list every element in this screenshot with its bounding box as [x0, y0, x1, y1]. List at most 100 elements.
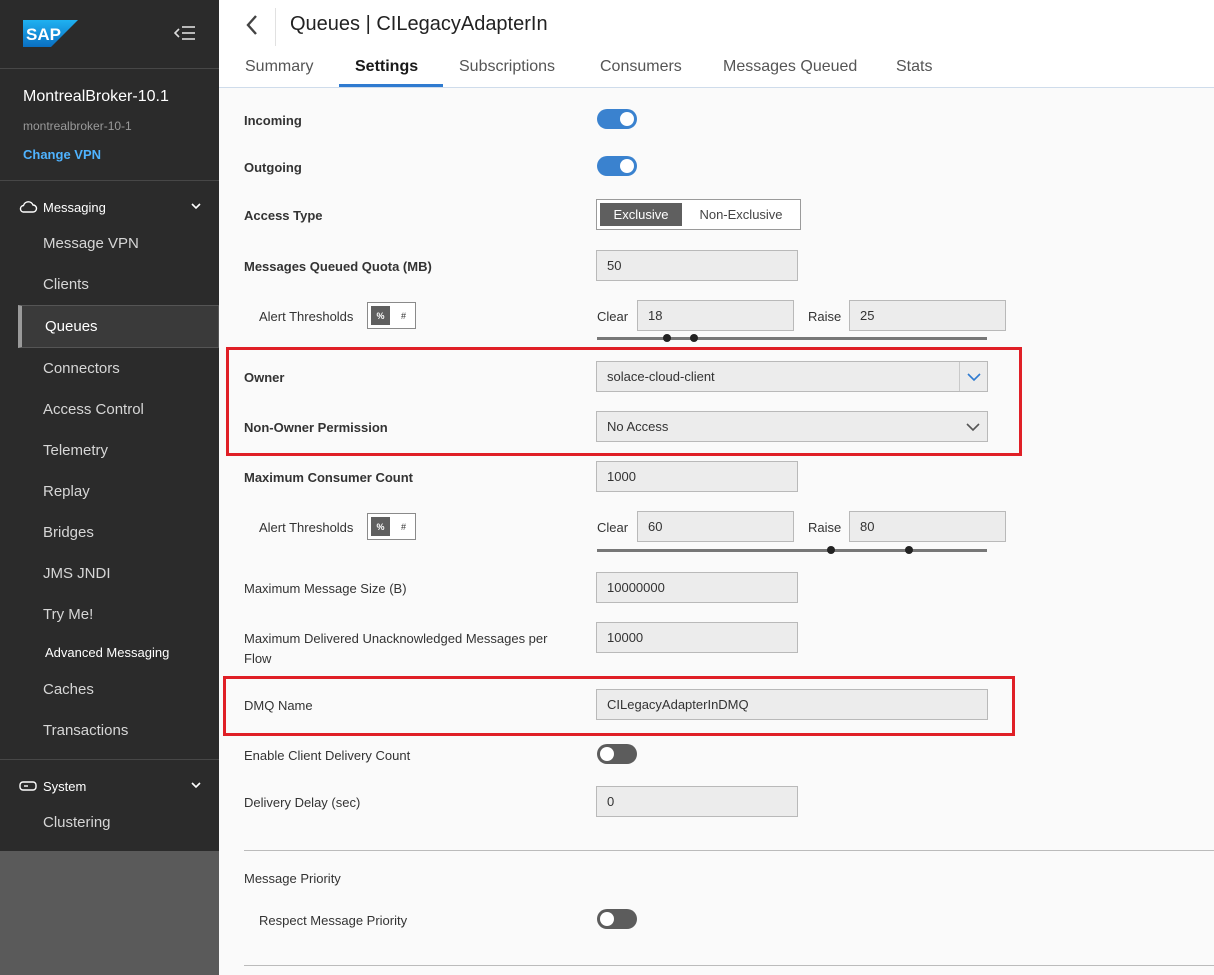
priority-section-title: Message Priority: [244, 871, 341, 886]
system-section-label: System: [43, 778, 87, 794]
max-unacked-input[interactable]: [596, 622, 798, 653]
non-exclusive-option[interactable]: Non-Exclusive: [685, 203, 797, 226]
quota-threshold-unit-toggle: % #: [367, 302, 416, 329]
quota-clear-input[interactable]: [637, 300, 794, 331]
messaging-section-toggle[interactable]: Messaging: [18, 196, 208, 218]
max-msg-size-input[interactable]: [596, 572, 798, 603]
sidebar-item-clustering[interactable]: Clustering: [43, 814, 111, 831]
active-tab-indicator: [339, 84, 443, 87]
max-unacked-label-cont: Flow: [244, 651, 272, 666]
chevron-left-icon: [246, 15, 257, 35]
messaging-section-label: Messaging: [43, 199, 106, 215]
sidebar-divider: [0, 68, 219, 69]
highlight-box-dmq: [223, 676, 1015, 736]
consumer-threshold-slider: [597, 546, 987, 554]
sidebar-nav-panel: SAP MontrealBroker-10.1 montrealbroker-1…: [0, 0, 219, 851]
sidebar-item-message-vpn[interactable]: Message VPN: [43, 235, 139, 252]
percent-option[interactable]: %: [371, 517, 390, 536]
tab-settings[interactable]: Settings: [355, 58, 418, 76]
toggle-knob: [620, 112, 634, 126]
quota-raise-input[interactable]: [849, 300, 1006, 331]
quota-label: Messages Queued Quota (MB): [244, 259, 432, 274]
sidebar-item-jms-jndi[interactable]: JMS JNDI: [43, 565, 111, 582]
consumer-clear-input[interactable]: [637, 511, 794, 542]
change-vpn-link[interactable]: Change VPN: [23, 147, 101, 162]
absolute-option[interactable]: #: [395, 306, 412, 325]
sidebar-item-connectors[interactable]: Connectors: [43, 360, 120, 377]
tab-subscriptions[interactable]: Subscriptions: [459, 58, 555, 76]
quota-raise-label: Raise: [808, 309, 842, 324]
tab-messages-queued[interactable]: Messages Queued: [723, 58, 857, 76]
consumer-raise-label: Raise: [808, 520, 842, 535]
sidebar-item-bridges[interactable]: Bridges: [43, 524, 94, 541]
section-divider: [244, 850, 1214, 851]
respect-priority-label: Respect Message Priority: [259, 913, 408, 928]
toggle-knob: [600, 747, 614, 761]
consumer-clear-label: Clear: [597, 520, 629, 535]
consumer-raise-input[interactable]: [849, 511, 1006, 542]
tab-consumers[interactable]: Consumers: [600, 58, 682, 76]
sidebar-item-try-me[interactable]: Try Me!: [43, 606, 93, 623]
sidebar-item-queues[interactable]: Queues: [18, 305, 219, 348]
server-icon: [19, 781, 37, 791]
section-divider: [244, 965, 1214, 966]
header-divider: [275, 8, 276, 46]
broker-id: montrealbroker-10-1: [23, 119, 132, 133]
quota-clear-handle[interactable]: [663, 334, 671, 342]
access-type-selector: Exclusive Non-Exclusive: [596, 199, 801, 230]
tab-stats[interactable]: Stats: [896, 58, 932, 76]
toggle-knob: [600, 912, 614, 926]
max-msg-size-label: Maximum Message Size (B): [244, 581, 407, 596]
sidebar-divider: [0, 180, 219, 181]
delivery-delay-input[interactable]: [596, 786, 798, 817]
sidebar-item-telemetry[interactable]: Telemetry: [43, 442, 108, 459]
absolute-option[interactable]: #: [395, 517, 412, 536]
consumer-raise-handle[interactable]: [905, 546, 913, 554]
outgoing-label: Outgoing: [244, 160, 302, 175]
max-unacked-label: Maximum Delivered Unacknowledged Message…: [244, 631, 548, 646]
page-header: Queues | CILegacyAdapterIn Summary Setti…: [219, 0, 1214, 88]
highlight-box-owner: [226, 347, 1022, 456]
access-type-label: Access Type: [244, 208, 323, 223]
respect-priority-toggle[interactable]: [597, 909, 637, 929]
percent-option[interactable]: %: [371, 306, 390, 325]
sidebar: SAP MontrealBroker-10.1 montrealbroker-1…: [0, 0, 219, 975]
consumer-clear-handle[interactable]: [827, 546, 835, 554]
client-delivery-count-label: Enable Client Delivery Count: [244, 748, 411, 763]
client-delivery-count-toggle[interactable]: [597, 744, 637, 764]
sap-logo[interactable]: SAP: [23, 20, 78, 47]
quota-threshold-slider: [597, 334, 987, 342]
cloud-icon: [19, 201, 38, 213]
back-button[interactable]: [241, 12, 265, 38]
sap-logo-text: SAP: [26, 25, 61, 44]
sidebar-item-label: Queues: [45, 318, 98, 335]
sidebar-item-access-control[interactable]: Access Control: [43, 401, 144, 418]
chevron-down-icon: [191, 782, 201, 789]
sidebar-item-advanced-messaging[interactable]: Advanced Messaging: [45, 645, 169, 660]
quota-clear-label: Clear: [597, 309, 629, 324]
outgoing-toggle[interactable]: [597, 156, 637, 176]
incoming-toggle[interactable]: [597, 109, 637, 129]
delivery-delay-label: Delivery Delay (sec): [244, 795, 361, 810]
incoming-label: Incoming: [244, 113, 302, 128]
exclusive-option[interactable]: Exclusive: [600, 203, 682, 226]
collapse-menu-icon[interactable]: [173, 24, 196, 42]
tab-summary[interactable]: Summary: [245, 58, 313, 76]
max-consumers-input[interactable]: [596, 461, 798, 492]
consumer-alert-label: Alert Thresholds: [259, 520, 354, 535]
sidebar-item-caches[interactable]: Caches: [43, 681, 94, 698]
toggle-knob: [620, 159, 634, 173]
sidebar-item-clients[interactable]: Clients: [43, 276, 89, 293]
sidebar-divider: [0, 759, 219, 760]
quota-raise-handle[interactable]: [690, 334, 698, 342]
broker-name: MontrealBroker-10.1: [23, 88, 169, 105]
max-consumers-label: Maximum Consumer Count: [244, 470, 414, 485]
page-title: Queues | CILegacyAdapterIn: [290, 13, 548, 35]
sidebar-item-transactions[interactable]: Transactions: [43, 722, 128, 739]
quota-input[interactable]: [596, 250, 798, 281]
chevron-down-icon: [191, 203, 201, 210]
sidebar-item-replay[interactable]: Replay: [43, 483, 90, 500]
system-section-toggle[interactable]: System: [18, 775, 208, 797]
quota-alert-label: Alert Thresholds: [259, 309, 354, 324]
consumer-threshold-unit-toggle: % #: [367, 513, 416, 540]
